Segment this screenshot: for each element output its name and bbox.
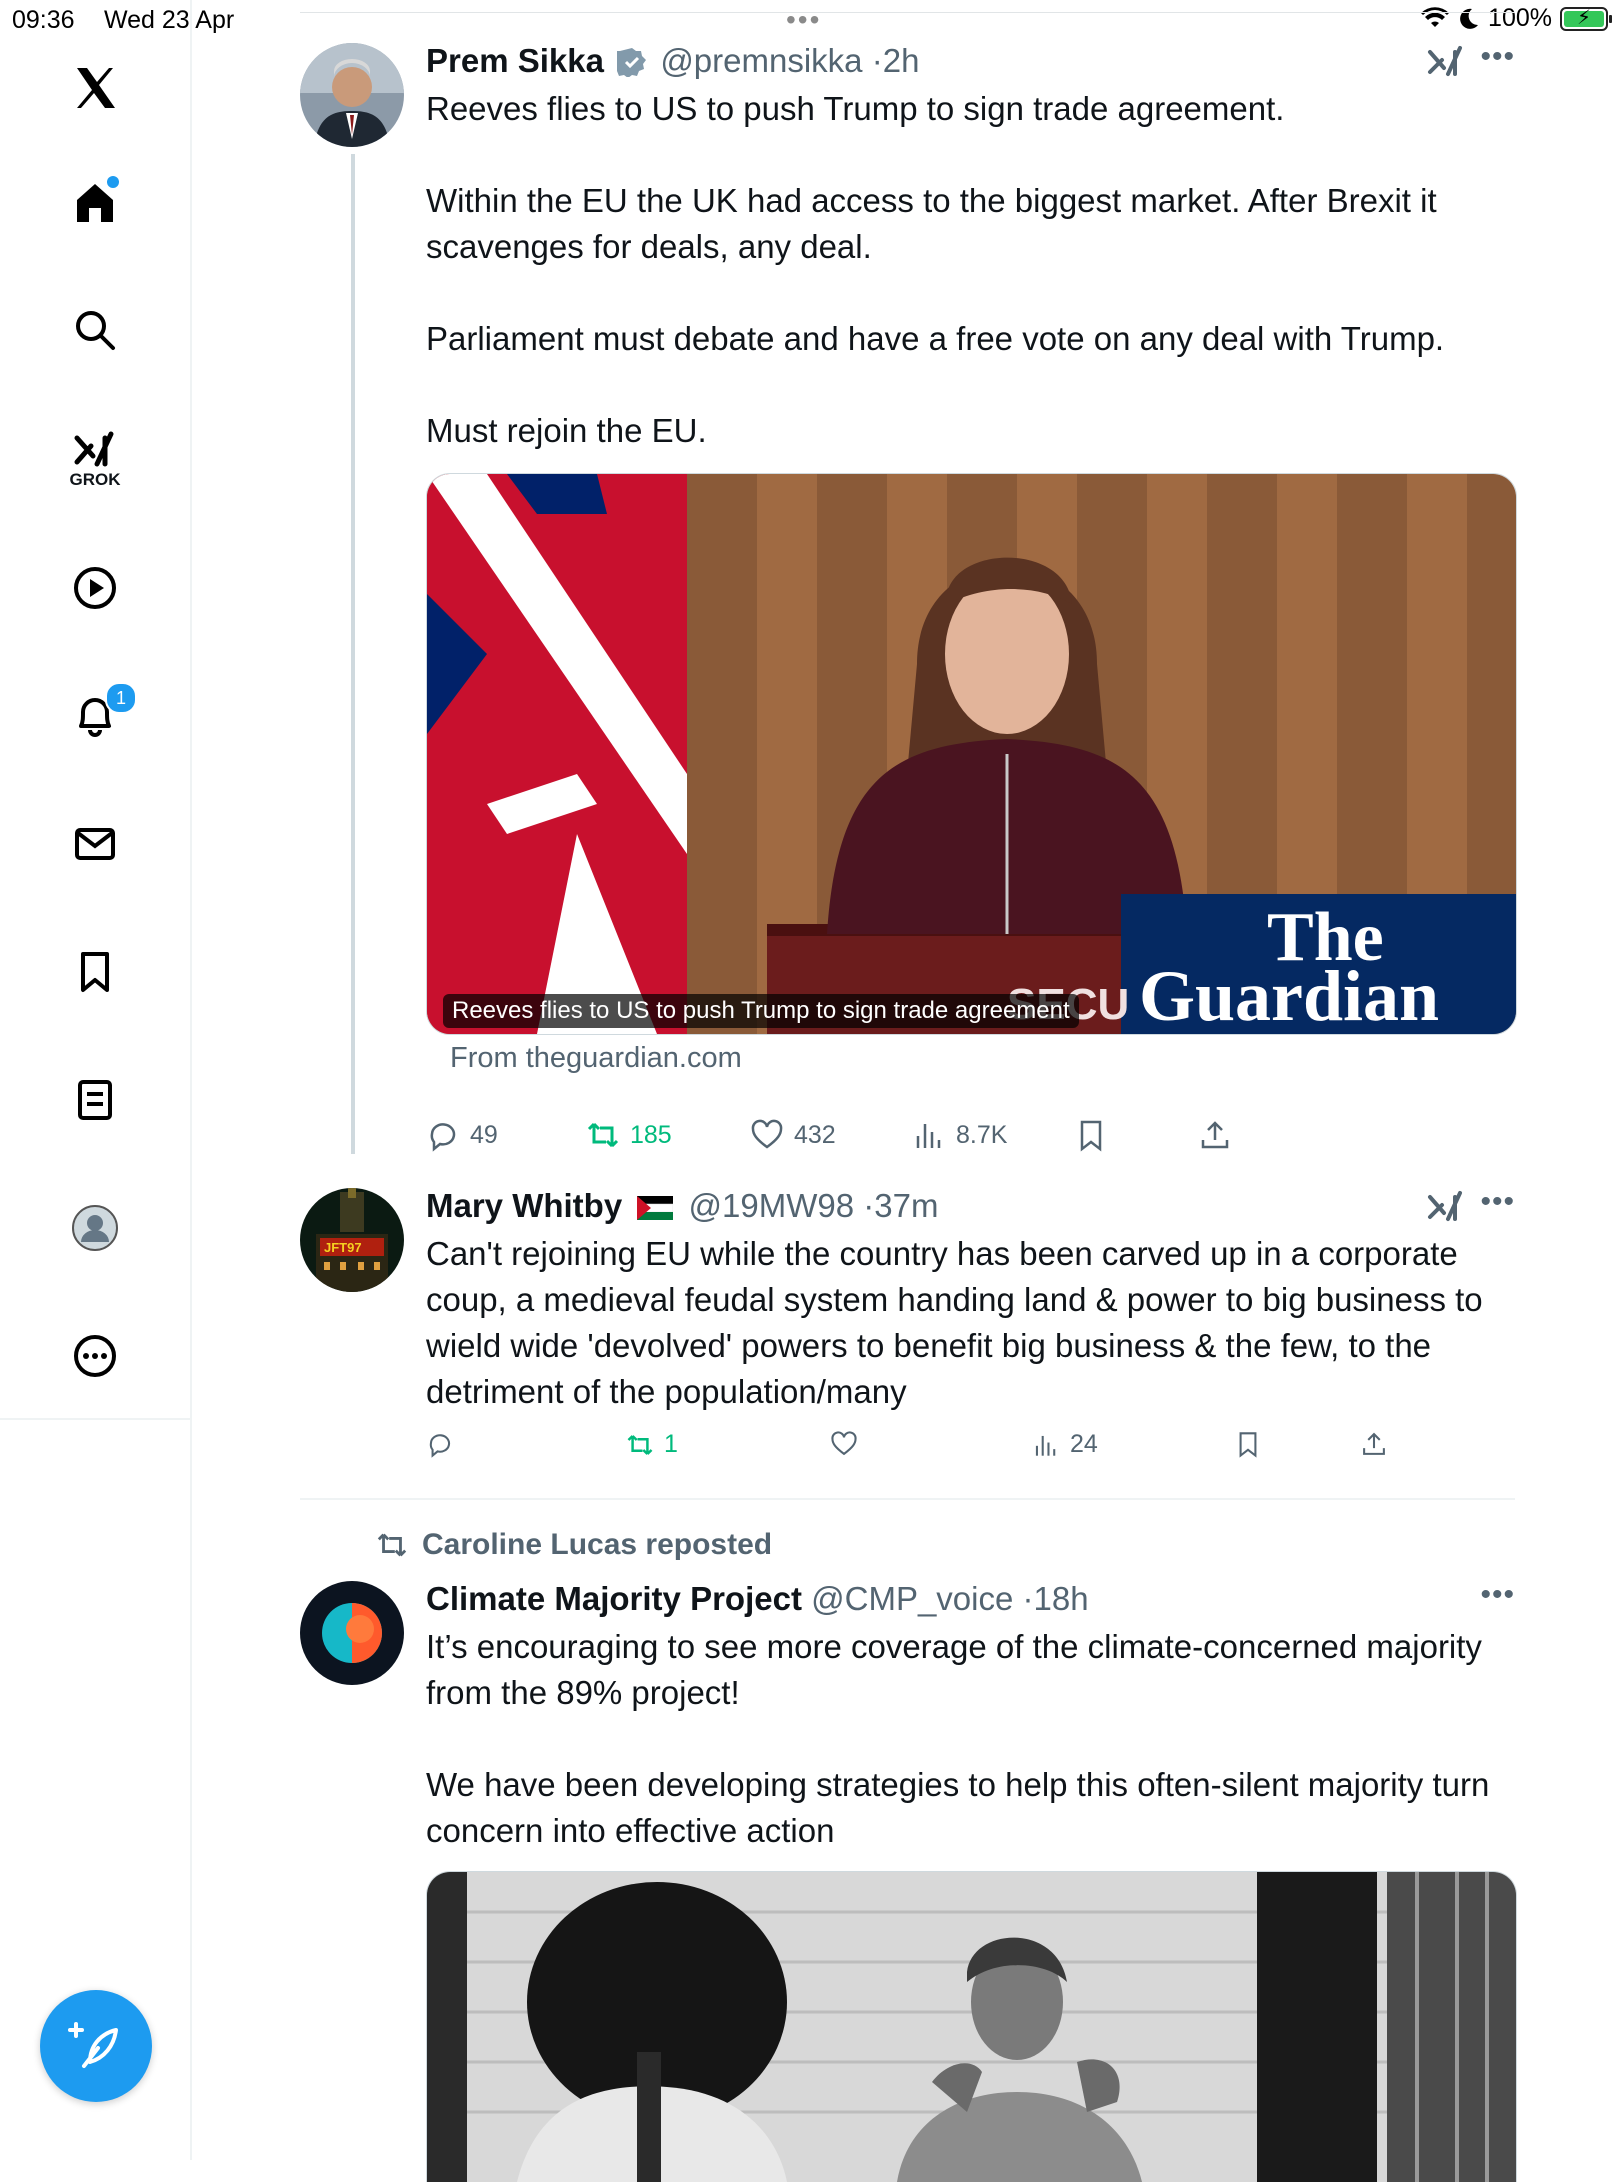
author-name[interactable]: Mary Whitby	[426, 1187, 622, 1224]
messages-envelope-icon[interactable]	[63, 812, 127, 876]
battery-icon: ⚡	[1560, 6, 1612, 31]
more-options-icon[interactable]	[63, 1324, 127, 1388]
link-card-title: Reeves flies to US to push Trump to sign…	[443, 994, 1079, 1028]
tweet-paragraph: Can't rejoining EU while the country has…	[426, 1235, 1483, 1410]
bookmark-button[interactable]	[1074, 1118, 1108, 1152]
feed-top-divider	[300, 12, 1515, 13]
tweet-paragraph: Must rejoin the EU.	[426, 412, 707, 449]
tweet-header: Climate Majority Project @CMP_voice ·18h	[426, 1580, 1089, 1617]
views-button[interactable]: 24	[1032, 1430, 1098, 1459]
timeline-feed: Prem Sikka @premnsikka ·2h Reeves flies …	[300, 0, 1517, 2182]
tweet-time[interactable]: 37m	[874, 1187, 938, 1224]
reposted-by-text: Caroline Lucas reposted	[422, 1528, 773, 1561]
repost-indicator-icon	[377, 1533, 407, 1557]
home-icon[interactable]	[63, 170, 127, 234]
author-name[interactable]: Climate Majority Project	[426, 1580, 802, 1617]
black-white-photo	[427, 1872, 1516, 2182]
repost-attribution[interactable]: Caroline Lucas reposted	[376, 1528, 772, 1562]
lists-icon[interactable]	[63, 1068, 127, 1132]
share-button[interactable]	[1198, 1118, 1232, 1152]
repost-button[interactable]: 1	[626, 1430, 678, 1459]
author-name[interactable]: Prem Sikka	[426, 42, 604, 79]
avatar-climate-majority-project[interactable]	[300, 1581, 404, 1685]
tweet-more-icon[interactable]: •••	[1480, 1185, 1515, 1219]
author-handle[interactable]: @premnsikka	[660, 42, 862, 79]
tweet-paragraph: It’s encouraging to see more coverage of…	[426, 1628, 1482, 1711]
like-count: 432	[794, 1120, 836, 1149]
link-card-source[interactable]: From theguardian.com	[450, 1042, 742, 1075]
tweet-paragraph: Reeves flies to US to push Trump to sign…	[426, 90, 1285, 127]
repost-count: 185	[630, 1120, 672, 1149]
tweet-prem-sikka[interactable]: Prem Sikka @premnsikka ·2h Reeves flies …	[300, 40, 1517, 1162]
notifications-badge: 1	[105, 682, 137, 714]
grok-explain-icon[interactable]	[1426, 42, 1466, 82]
share-icon	[1363, 1432, 1385, 1455]
reply-icon	[430, 1123, 456, 1152]
tweet-actions: 49 185 432 8.7K	[426, 1118, 1246, 1162]
thread-connector-line	[351, 154, 355, 1154]
palestine-flag-icon	[637, 1196, 674, 1220]
verified-badge-icon	[617, 48, 647, 77]
tweet-time[interactable]: 2h	[883, 42, 920, 79]
repost-button[interactable]: 185	[586, 1118, 672, 1152]
tweet-paragraph: We have been developing strategies to he…	[426, 1766, 1490, 1849]
bookmark-button[interactable]	[1234, 1430, 1262, 1458]
like-button[interactable]	[830, 1430, 858, 1458]
tweet-mary-whitby[interactable]: JFT97 Mary Whitby @19MW98 ·37m Can't rej…	[300, 1185, 1515, 1495]
tweet-more-icon[interactable]: •••	[1480, 40, 1515, 74]
tweet-climate-majority-project[interactable]: Climate Majority Project @CMP_voice ·18h…	[300, 1578, 1517, 2182]
bookmark-icon	[1239, 1432, 1257, 1458]
avatar-banner-text: JFT97	[324, 1240, 362, 1255]
heart-icon	[751, 1119, 783, 1149]
views-chart-icon	[1035, 1435, 1056, 1456]
guardian-article-photo: The Guardian SECU	[427, 474, 1516, 1034]
share-icon	[1201, 1121, 1229, 1149]
share-button[interactable]	[1360, 1430, 1388, 1458]
grok-explain-icon[interactable]	[1426, 1187, 1466, 1227]
notifications-bell-icon[interactable]: 1	[63, 682, 137, 748]
tweet-photo[interactable]	[426, 1871, 1517, 2182]
views-button[interactable]: 8.7K	[912, 1118, 1007, 1152]
bookmarks-icon[interactable]	[63, 940, 127, 1004]
heart-icon	[831, 1431, 857, 1456]
home-unread-dot	[107, 176, 119, 188]
profile-avatar-icon[interactable]	[63, 1196, 127, 1260]
views-count: 24	[1070, 1430, 1098, 1458]
video-play-icon[interactable]	[63, 556, 127, 620]
author-handle[interactable]: @CMP_voice	[811, 1580, 1013, 1617]
author-handle[interactable]: @19MW98	[689, 1187, 855, 1224]
tweet-time[interactable]: 18h	[1034, 1580, 1089, 1617]
tweet-text: Reeves flies to US to push Trump to sign…	[426, 86, 1515, 454]
views-chart-icon	[916, 1124, 941, 1148]
x-logo-icon[interactable]	[63, 56, 127, 120]
tweet-divider	[300, 1498, 1515, 1500]
reply-count: 49	[470, 1120, 498, 1149]
repost-count: 1	[664, 1430, 678, 1458]
compose-post-button[interactable]	[40, 1990, 152, 2102]
repost-icon	[627, 1434, 653, 1455]
repost-icon	[587, 1122, 619, 1148]
sidebar: GROK 1	[0, 0, 192, 1420]
compose-feather-icon	[68, 2022, 118, 2068]
views-count: 8.7K	[956, 1120, 1008, 1149]
guardian-logo-guardian: Guardian	[1139, 956, 1439, 1034]
grok-label: GROK	[69, 470, 121, 489]
like-button[interactable]: 432	[750, 1118, 836, 1152]
tweet-paragraph: Parliament must debate and have a free v…	[426, 320, 1445, 357]
tweet-text: Can't rejoining EU while the country has…	[426, 1231, 1515, 1415]
reply-button[interactable]	[426, 1430, 454, 1458]
tweet-header: Prem Sikka @premnsikka ·2h	[426, 42, 920, 79]
tweet-text: It’s encouraging to see more coverage of…	[426, 1624, 1515, 1854]
search-icon[interactable]	[63, 298, 127, 362]
reply-button[interactable]: 49	[426, 1118, 498, 1152]
link-card-image[interactable]: The Guardian SECU Reeves flies to US to …	[426, 473, 1517, 1035]
bookmark-icon	[1080, 1120, 1102, 1152]
tweet-header: Mary Whitby @19MW98 ·37m	[426, 1187, 939, 1224]
tweet-actions: 1 24	[426, 1430, 1385, 1474]
tweet-more-icon[interactable]: •••	[1480, 1578, 1515, 1612]
reply-icon	[429, 1434, 451, 1458]
avatar-mary-whitby[interactable]: JFT97	[300, 1188, 404, 1292]
avatar-prem-sikka[interactable]	[300, 43, 404, 147]
tweet-paragraph: Within the EU the UK had access to the b…	[426, 182, 1437, 265]
